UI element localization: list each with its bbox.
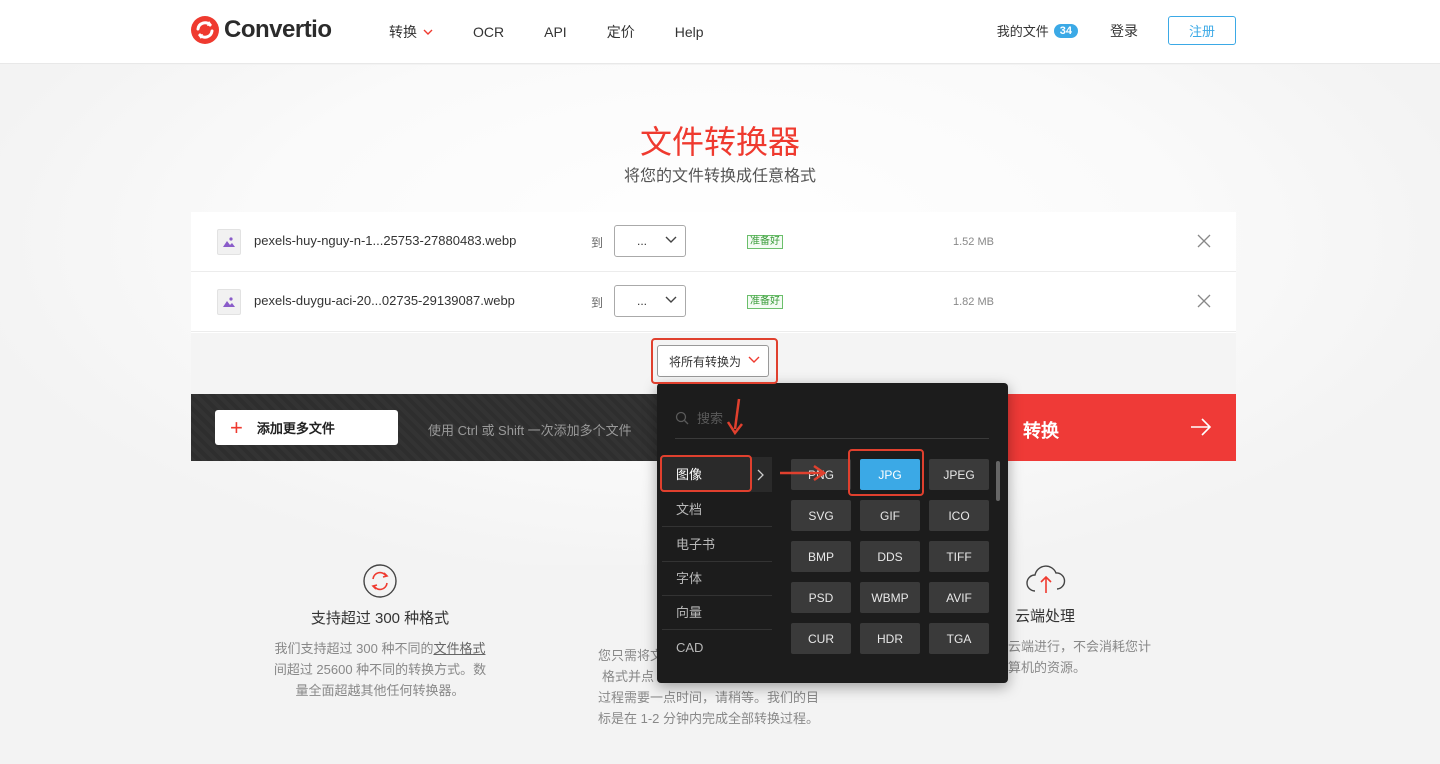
remove-file-close-icon[interactable] xyxy=(1197,234,1211,248)
file-name: pexels-huy-nguy-n-1...25753-27880483.web… xyxy=(254,233,517,248)
arrow-down-annotation-icon xyxy=(726,398,743,436)
arrow-right-annotation-icon xyxy=(780,464,827,482)
image-file-icon xyxy=(217,289,241,315)
search-divider xyxy=(675,438,989,439)
format-option-avif[interactable]: AVIF xyxy=(929,582,989,613)
page-subtitle: 将您的文件转换成任意格式 xyxy=(623,168,816,185)
target-format-select[interactable]: ... xyxy=(614,285,686,317)
plus-icon: + xyxy=(230,414,243,440)
add-more-files-label: 添加更多文件 xyxy=(256,421,335,436)
my-files-label: 我的文件 xyxy=(996,24,1049,39)
category-vector[interactable]: 向量 xyxy=(662,595,772,630)
category-cad[interactable]: CAD xyxy=(662,630,772,665)
arrow-right-icon xyxy=(1191,418,1212,436)
format-search-placeholder: 搜索 xyxy=(697,411,724,426)
dropdown-scrollbar[interactable] xyxy=(996,461,1000,501)
status-badge: 准备好 xyxy=(747,235,783,249)
refresh-icon xyxy=(363,564,397,598)
file-to-label: 到 xyxy=(591,296,604,310)
format-option-ico[interactable]: ICO xyxy=(929,500,989,531)
category-ebook[interactable]: 电子书 xyxy=(662,527,772,562)
nav-help[interactable]: Help xyxy=(675,22,704,42)
feature-line: 算机的资源。 xyxy=(1008,660,1087,675)
convertio-logo-icon xyxy=(191,16,219,44)
my-files-count-badge: 34 xyxy=(1053,23,1078,38)
highlight-image-category xyxy=(660,455,752,492)
search-icon xyxy=(675,411,689,424)
remove-file-close-icon[interactable] xyxy=(1197,294,1211,308)
feature-line: 云端进行，不会消耗您计 xyxy=(1008,639,1152,654)
feature-title: 云端处理 xyxy=(1015,608,1076,625)
nav-convert[interactable]: 转换 xyxy=(389,22,433,42)
login-link[interactable]: 登录 xyxy=(1110,21,1138,41)
cloud-icon xyxy=(1026,565,1066,593)
file-formats-link[interactable]: 文件格式 xyxy=(433,641,485,656)
highlight-jpg-format xyxy=(848,449,924,496)
file-row: pexels-duygu-aci-20...02735-29139087.web… xyxy=(191,272,1236,332)
feature-description: 我们支持超过 300 种不同的文件格式 间超过 25600 种不同的转换方式。数… xyxy=(260,638,500,701)
main-nav: 转换 OCR API 定价 Help xyxy=(389,22,744,42)
feature-description: 云端进行，不会消耗您计 算机的资源。 xyxy=(1008,636,1180,678)
format-option-wbmp[interactable]: WBMP xyxy=(860,582,920,613)
convert-button[interactable]: 转换 xyxy=(1006,394,1236,461)
feature-line: 我们支持超过 300 种不同的 xyxy=(274,641,434,656)
feature-line: 间超过 25600 种不同的转换方式。数 xyxy=(273,662,487,677)
feature-formats: 支持超过 300 种格式 我们支持超过 300 种不同的文件格式 间超过 256… xyxy=(260,563,500,701)
format-dropdown: 搜索 图像 文档 电子书 字体 向量 CAD PNG JPG JPEG SVG … xyxy=(657,383,1008,683)
file-name: pexels-duygu-aci-20...02735-29139087.web… xyxy=(254,293,515,308)
format-option-tga[interactable]: TGA xyxy=(929,623,989,654)
logo-text: Convertio xyxy=(224,16,332,43)
nav-pricing[interactable]: 定价 xyxy=(607,22,635,42)
logo[interactable]: Convertio xyxy=(190,15,332,45)
format-option-bmp[interactable]: BMP xyxy=(791,541,851,572)
convert-button-label: 转换 xyxy=(1023,421,1059,441)
highlight-convert-all xyxy=(651,338,778,384)
feature-line: 量全面超越其他任何转换器。 xyxy=(295,683,465,698)
nav-api[interactable]: API xyxy=(544,22,567,42)
site-header: Convertio 转换 OCR API 定价 Help 我的文件 34 登录 … xyxy=(0,0,1440,64)
status-badge: 准备好 xyxy=(747,295,783,309)
target-format-value: ... xyxy=(637,234,648,248)
file-size: 1.82 MB xyxy=(953,296,994,308)
format-option-tiff[interactable]: TIFF xyxy=(929,541,989,572)
format-option-dds[interactable]: DDS xyxy=(860,541,920,572)
format-option-hdr[interactable]: HDR xyxy=(860,623,920,654)
file-size: 1.52 MB xyxy=(953,236,994,248)
format-option-svg[interactable]: SVG xyxy=(791,500,851,531)
format-search[interactable]: 搜索 xyxy=(675,408,723,427)
account-nav: 我的文件 34 登录 注册 xyxy=(997,16,1236,45)
signup-button[interactable]: 注册 xyxy=(1168,16,1236,45)
target-format-select[interactable]: ... xyxy=(614,225,686,257)
feature-cloud: 云端处理 云端进行，不会消耗您计 算机的资源。 xyxy=(1000,563,1180,678)
file-to-label: 到 xyxy=(591,236,604,250)
target-format-value: ... xyxy=(637,294,648,308)
format-option-jpeg[interactable]: JPEG xyxy=(929,459,989,490)
file-list: pexels-huy-nguy-n-1...25753-27880483.web… xyxy=(191,212,1236,333)
page-title: 文件转换器 xyxy=(639,124,800,160)
image-file-icon xyxy=(217,229,241,255)
category-document[interactable]: 文档 xyxy=(662,492,772,527)
chevron-down-icon xyxy=(665,236,677,243)
format-option-cur[interactable]: CUR xyxy=(791,623,851,654)
nav-ocr[interactable]: OCR xyxy=(473,22,504,42)
chevron-down-icon xyxy=(665,296,677,303)
my-files-link[interactable]: 我的文件 34 xyxy=(997,21,1078,40)
file-row: pexels-huy-nguy-n-1...25753-27880483.web… xyxy=(191,212,1236,272)
category-font[interactable]: 字体 xyxy=(662,561,772,596)
feature-line: 过程需要一点时间，请稍等。我们的目 xyxy=(598,690,820,705)
chevron-right-icon xyxy=(757,469,764,481)
nav-convert-label: 转换 xyxy=(389,24,417,40)
add-more-files-button[interactable]: + 添加更多文件 xyxy=(215,410,398,445)
feature-title: 支持超过 300 种格式 xyxy=(310,610,450,627)
multi-select-hint: 使用 Ctrl 或 Shift 一次添加多个文件 xyxy=(428,423,632,438)
format-option-gif[interactable]: GIF xyxy=(860,500,920,531)
format-option-psd[interactable]: PSD xyxy=(791,582,851,613)
chevron-down-icon xyxy=(423,29,433,35)
feature-line: 标是在 1-2 分钟内完成全部转换过程。 xyxy=(598,711,820,726)
